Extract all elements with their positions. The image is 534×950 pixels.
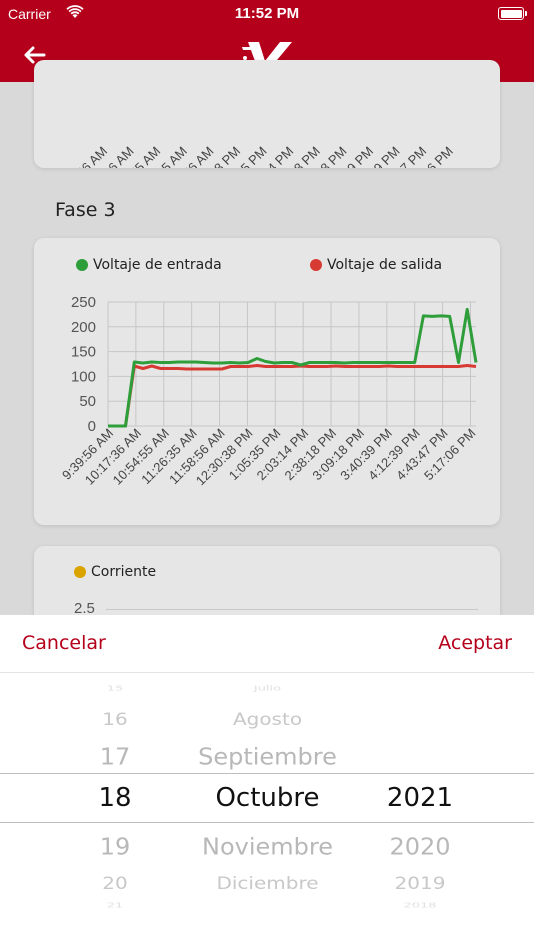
clock: 11:52 PM: [234, 5, 300, 22]
date-picker-sheet: Cancelar Aceptar 15 16 17 18 19 20 21 Julio Agos…: [0, 615, 534, 950]
month-option[interactable]: Julio: [170, 684, 365, 692]
battery-icon: [498, 7, 527, 20]
selected-year-option[interactable]: 2021: [365, 783, 475, 813]
month-option[interactable]: Septiembre: [170, 744, 365, 771]
year-option[interactable]: 2020: [365, 834, 475, 861]
modal-backdrop[interactable]: [0, 82, 534, 615]
day-option[interactable]: 17: [60, 744, 170, 771]
day-option[interactable]: 16: [60, 709, 170, 729]
status-bar: Carrier 11:52 PM: [0, 0, 534, 30]
month-option[interactable]: Diciembre: [170, 873, 365, 893]
year-option[interactable]: 2019: [365, 873, 475, 893]
selected-day-option[interactable]: 18: [60, 783, 170, 813]
month-option[interactable]: Noviembre: [170, 834, 365, 861]
selected-month-option[interactable]: Octubre: [170, 783, 365, 813]
year-option[interactable]: 2018: [365, 901, 475, 909]
month-option[interactable]: Agosto: [170, 709, 365, 729]
day-option[interactable]: 19: [60, 834, 170, 861]
day-option[interactable]: 15: [60, 684, 170, 692]
picker-toolbar: Cancelar Aceptar: [0, 615, 534, 673]
day-option[interactable]: 21: [60, 901, 170, 909]
accept-button[interactable]: Aceptar: [438, 632, 512, 654]
day-option[interactable]: 20: [60, 873, 170, 893]
cancel-button[interactable]: Cancelar: [22, 632, 106, 654]
